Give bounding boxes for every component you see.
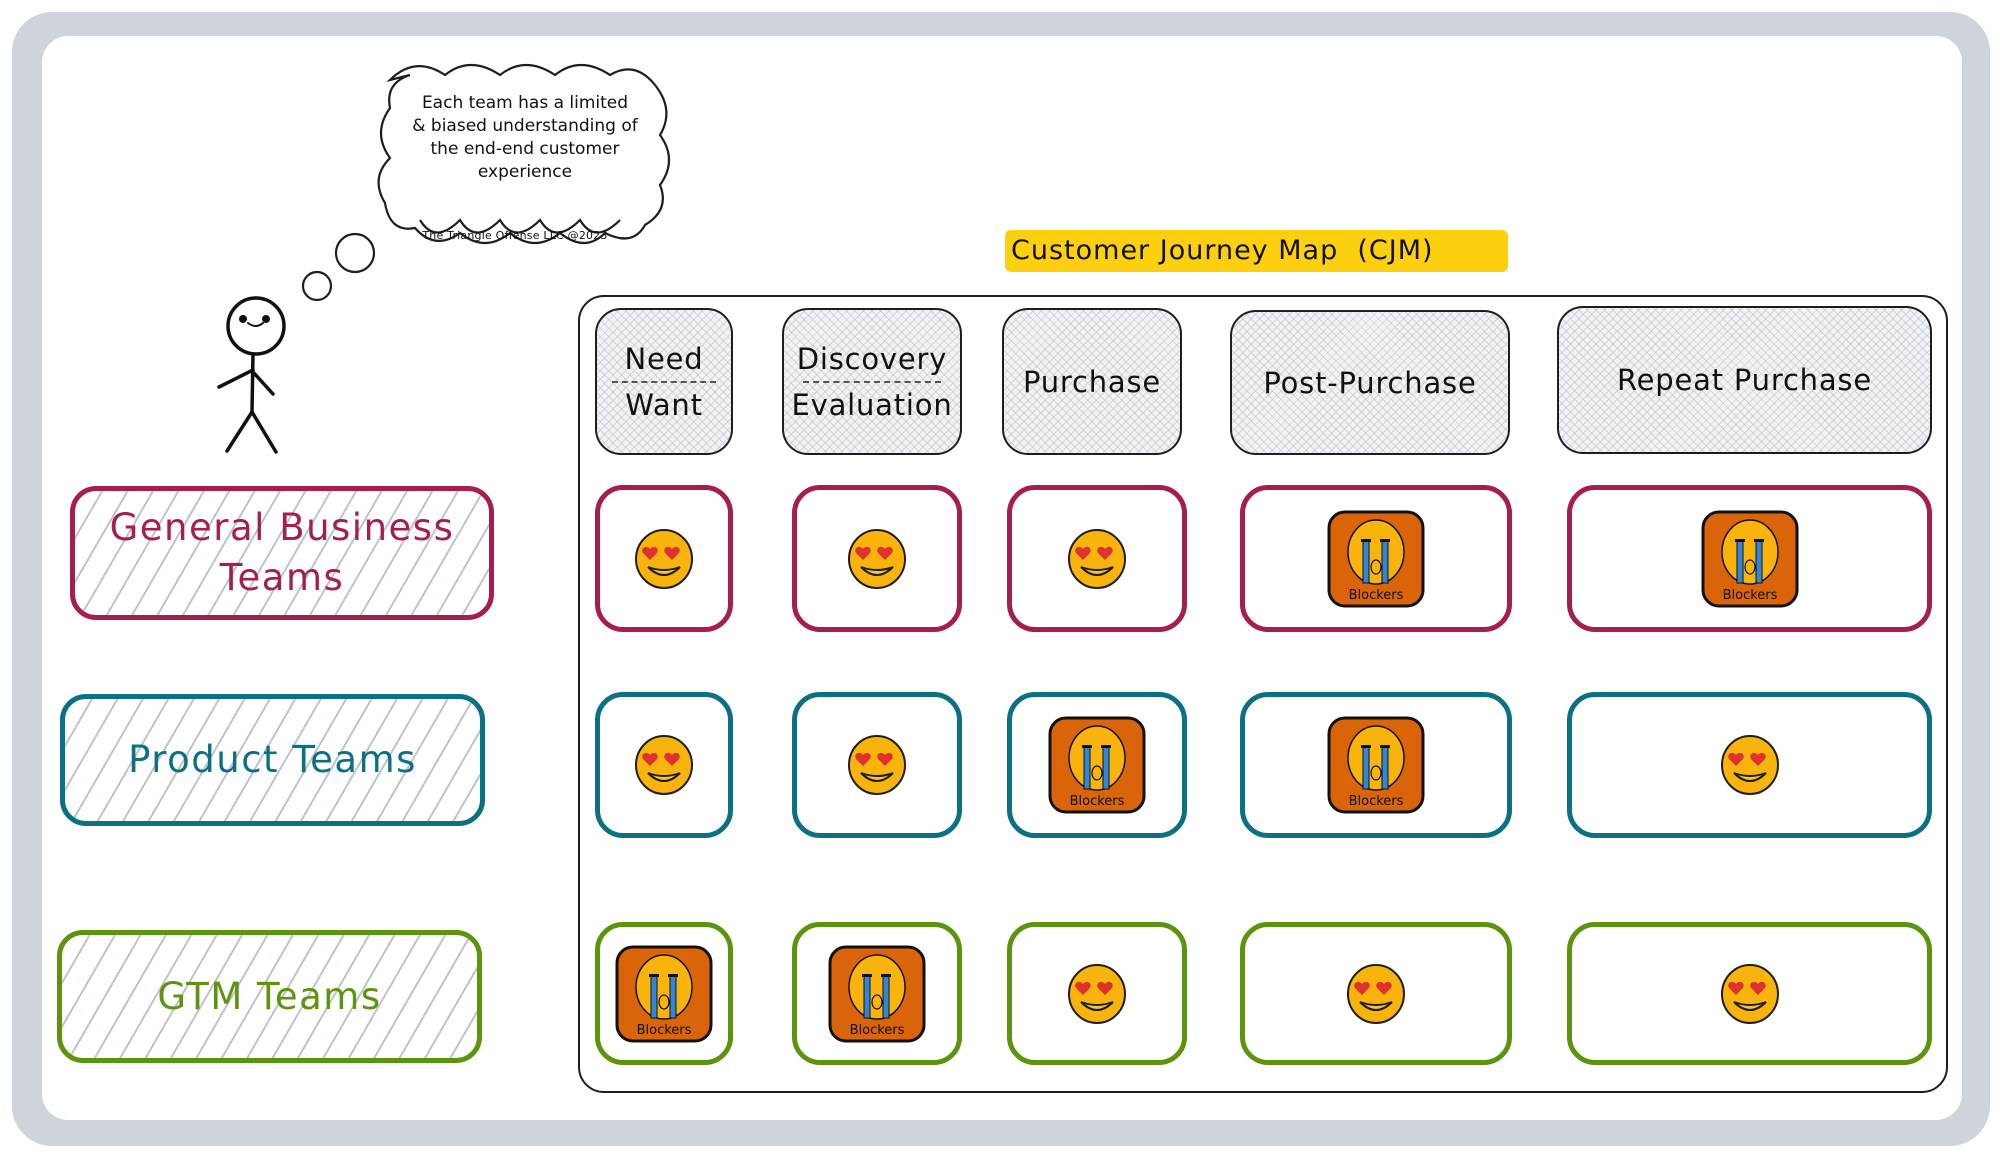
stage-label: Post-Purchase — [1263, 365, 1477, 400]
cell-pr-stage-4[interactable]: Blockers — [1240, 692, 1512, 838]
svg-text:Blockers: Blockers — [1722, 588, 1777, 603]
team-label-text: Teams — [219, 556, 345, 599]
cell-gtm-stage-2[interactable]: Blockers — [792, 922, 962, 1065]
stage-label: Evaluation — [791, 387, 953, 422]
stage-header-need-want[interactable]: Need Want — [595, 308, 733, 455]
diagram-title: Customer Journey Map (CJM) — [1005, 230, 1508, 272]
team-label-text: General Business — [109, 506, 455, 549]
stage-divider — [803, 380, 941, 383]
svg-text:Blockers: Blockers — [1070, 794, 1125, 809]
heart-eyes-emoji-icon — [1720, 963, 1779, 1024]
team-label-general-business[interactable]: General Business Teams — [70, 486, 494, 620]
stage-label: Need — [624, 341, 704, 376]
cell-gtm-stage-1[interactable]: Blockers — [595, 922, 733, 1065]
crying-face-blockers-icon: Blockers — [828, 945, 926, 1042]
cell-gb-stage-1[interactable] — [595, 485, 733, 632]
stage-header-post-purchase[interactable]: Post-Purchase — [1230, 310, 1510, 455]
heart-eyes-emoji-icon — [1720, 735, 1779, 795]
crying-face-blockers-icon: Blockers — [1701, 510, 1798, 607]
cell-pr-stage-2[interactable] — [792, 692, 962, 838]
thought-bubble-small-icon — [301, 270, 333, 302]
crying-face-blockers-icon: Blockers — [615, 945, 713, 1042]
cell-gb-stage-2[interactable] — [792, 485, 962, 632]
cell-gb-stage-4[interactable]: Blockers — [1240, 485, 1512, 632]
heart-eyes-emoji-icon — [1068, 528, 1126, 589]
stage-header-purchase[interactable]: Purchase — [1002, 308, 1182, 455]
thought-line: the end-end customer — [430, 139, 620, 159]
thought-line: experience — [477, 162, 573, 182]
person-icon — [217, 296, 286, 454]
thought-line: & biased understanding of — [412, 116, 638, 136]
heart-eyes-emoji-icon — [1347, 963, 1405, 1024]
heart-eyes-emoji-icon — [848, 735, 906, 795]
stage-label: Discovery — [796, 341, 948, 376]
cell-gb-stage-3[interactable] — [1007, 485, 1187, 632]
team-label-product[interactable]: Product Teams — [60, 694, 485, 826]
crying-face-blockers-icon: Blockers — [1327, 510, 1425, 607]
heart-eyes-emoji-icon — [848, 528, 906, 589]
team-label-text: Product Teams — [128, 738, 417, 781]
cell-pr-stage-5[interactable] — [1567, 692, 1932, 838]
stage-header-discovery-evaluation[interactable]: Discovery Evaluation — [782, 308, 962, 455]
heart-eyes-emoji-icon — [1068, 963, 1126, 1024]
stage-divider — [611, 380, 717, 383]
stage-header-repeat-purchase[interactable]: Repeat Purchase — [1557, 306, 1932, 454]
cell-gb-stage-5[interactable]: Blockers — [1567, 485, 1932, 632]
svg-text:Blockers: Blockers — [1349, 794, 1404, 809]
svg-text:Blockers: Blockers — [850, 1023, 905, 1038]
cell-pr-stage-3[interactable]: Blockers — [1007, 692, 1187, 838]
cell-gtm-stage-3[interactable] — [1007, 922, 1187, 1065]
crying-face-blockers-icon: Blockers — [1327, 716, 1425, 814]
crying-face-blockers-icon: Blockers — [1048, 716, 1146, 814]
team-label-gtm[interactable]: GTM Teams — [57, 930, 482, 1063]
thought-bubble-text: Each team has a limited & biased underst… — [380, 92, 670, 184]
cell-gtm-stage-4[interactable] — [1240, 922, 1512, 1065]
heart-eyes-emoji-icon — [635, 735, 693, 795]
thought-line: Each team has a limited — [421, 93, 629, 113]
stage-label: Want — [625, 387, 703, 422]
cell-pr-stage-1[interactable] — [595, 692, 733, 838]
svg-text:Blockers: Blockers — [637, 1023, 692, 1038]
stage-label: Purchase — [1022, 364, 1162, 399]
svg-text:Blockers: Blockers — [1349, 588, 1404, 603]
cell-gtm-stage-5[interactable] — [1567, 922, 1932, 1065]
thought-bubble-large-icon — [334, 232, 376, 274]
heart-eyes-emoji-icon — [635, 528, 693, 589]
stage-label: Repeat Purchase — [1617, 363, 1872, 397]
copyright-credit: The Triangle Offense LLC @2023 — [422, 229, 608, 242]
team-label-text: GTM Teams — [157, 974, 382, 1018]
